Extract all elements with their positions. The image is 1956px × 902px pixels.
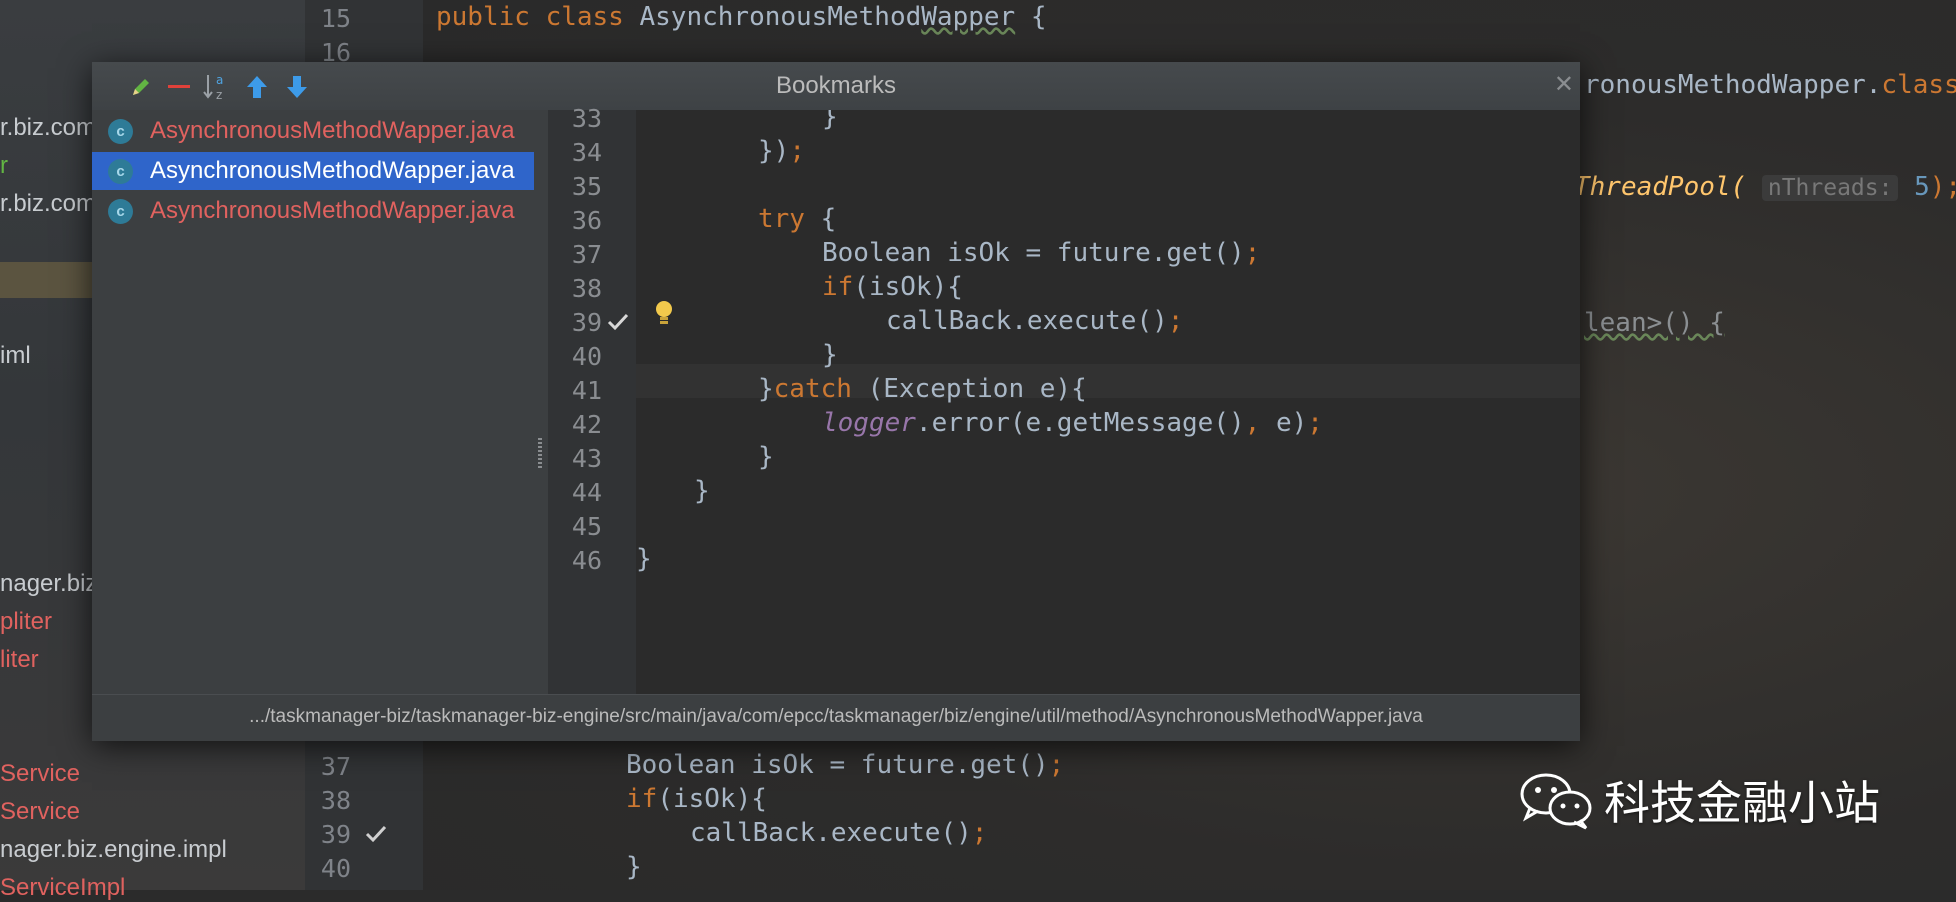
code-line: }); <box>758 136 805 166</box>
tree-item[interactable]: r <box>0 152 8 180</box>
minus-icon <box>168 85 190 88</box>
tree-item[interactable]: r.biz.com <box>0 114 96 142</box>
code-line-class-declaration: public class AsynchronousMethodWapper { <box>436 2 1047 32</box>
line-number: 35 <box>571 172 602 201</box>
bookmark-list-item-selected[interactable]: c AsynchronousMethodWapper.java <box>92 152 534 190</box>
file-path-status-bar: .../taskmanager-biz/taskmanager-biz-engi… <box>92 694 1580 741</box>
line-number: 33 <box>571 104 602 133</box>
tree-item[interactable]: ServiceImpl <box>0 874 125 902</box>
popup-title: Bookmarks <box>775 72 897 99</box>
line-number: 45 <box>571 512 602 541</box>
line-number: 46 <box>571 546 602 575</box>
code-line-bookmarked: callBack.execute(); <box>886 306 1184 336</box>
tree-item[interactable]: iml <box>0 342 31 370</box>
line-number: 44 <box>571 478 602 507</box>
code-line: callBack.execute(); <box>690 818 988 848</box>
line-number: 39 <box>320 820 351 849</box>
class-icon: c <box>108 118 133 144</box>
code-line: }catch (Exception e){ <box>758 374 1087 404</box>
class-icon: c <box>108 198 133 224</box>
pencil-icon <box>133 79 149 95</box>
bookmark-list-item[interactable]: c AsynchronousMethodWapper.java <box>92 192 534 230</box>
line-number: 41 <box>571 376 602 405</box>
class-icon: c <box>108 158 133 184</box>
tree-item[interactable]: liter <box>0 646 39 674</box>
bookmark-file-label: AsynchronousMethodWapper.java <box>150 157 515 184</box>
tree-item[interactable]: Service <box>0 760 80 788</box>
watermark: 科技金融小站 <box>1518 770 1880 830</box>
popup-header[interactable]: Bookmarks a z ✕ <box>92 62 1580 111</box>
line-number: 37 <box>320 752 351 781</box>
line-number: 43 <box>571 444 602 473</box>
bookmark-check-icon <box>365 825 387 843</box>
sort-bookmarks-button[interactable]: a z <box>202 72 232 102</box>
tree-item[interactable]: Service <box>0 798 80 826</box>
bookmark-code-preview: } }); try { Boolean isOk = future.get();… <box>636 110 1580 694</box>
bookmark-list-item[interactable]: c AsynchronousMethodWapper.java <box>92 112 534 150</box>
line-number: 40 <box>571 342 602 371</box>
arrow-down-icon <box>287 76 307 98</box>
line-number: 15 <box>320 4 351 33</box>
line-number: 34 <box>571 138 602 167</box>
code-line: } <box>626 852 642 882</box>
splitter-handle[interactable] <box>538 438 542 468</box>
code-line: if(isOk){ <box>822 272 963 302</box>
tree-item[interactable]: pliter <box>0 608 52 636</box>
remove-bookmark-button[interactable] <box>164 72 194 102</box>
code-line: if(isOk){ <box>626 784 767 814</box>
code-line: } <box>758 442 774 472</box>
bookmark-check-icon <box>607 313 629 331</box>
code-line: try { <box>758 204 837 234</box>
code-line: } <box>822 110 838 132</box>
code-line: } <box>636 544 652 574</box>
line-number: 39 <box>571 308 602 337</box>
code-line: Boolean isOk = future.get(); <box>626 750 1065 780</box>
watermark-text: 科技金融小站 <box>1604 776 1880 830</box>
line-number: 37 <box>571 240 602 269</box>
arrow-up-icon <box>247 76 267 98</box>
line-number: 42 <box>571 410 602 439</box>
line-number: 40 <box>320 854 351 883</box>
wechat-icon <box>1520 773 1592 830</box>
bookmark-file-label: AsynchronousMethodWapper.java <box>150 117 515 144</box>
sort-alpha-icon: a z <box>203 73 223 102</box>
tree-item[interactable]: r.biz.com <box>0 190 96 218</box>
edit-bookmark-button[interactable] <box>126 72 156 102</box>
move-up-button[interactable] <box>242 72 272 102</box>
move-down-button[interactable] <box>282 72 312 102</box>
line-number: 38 <box>571 274 602 303</box>
code-line: Boolean isOk = future.get(); <box>822 238 1261 268</box>
line-number: 38 <box>320 786 351 815</box>
code-fragment-generic: lean>() { <box>1584 308 1725 338</box>
bookmark-file-label: AsynchronousMethodWapper.java <box>150 197 515 224</box>
svg-text:a: a <box>216 73 223 87</box>
lightbulb-icon[interactable] <box>652 298 676 328</box>
line-number: 36 <box>571 206 602 235</box>
svg-text:z: z <box>216 88 222 102</box>
code-line: logger.error(e.getMessage(), e); <box>822 408 1323 438</box>
bookmarks-popup: Bookmarks a z ✕ c AsynchronousMethodWapp… <box>92 62 1580 741</box>
code-fragment-class-ref: ronousMethodWapper.class <box>1584 70 1956 100</box>
bookmark-list: c AsynchronousMethodWapper.java c Asynch… <box>92 110 548 694</box>
tree-item[interactable]: nager.biz. <box>0 570 104 598</box>
tree-item[interactable]: nager.biz.engine.impl <box>0 836 227 864</box>
code-line: } <box>694 476 710 506</box>
code-line: } <box>822 340 838 370</box>
code-fragment-thread-pool: ThreadPool( nThreads: 5); <box>1574 172 1956 202</box>
close-icon[interactable]: ✕ <box>1554 70 1574 99</box>
